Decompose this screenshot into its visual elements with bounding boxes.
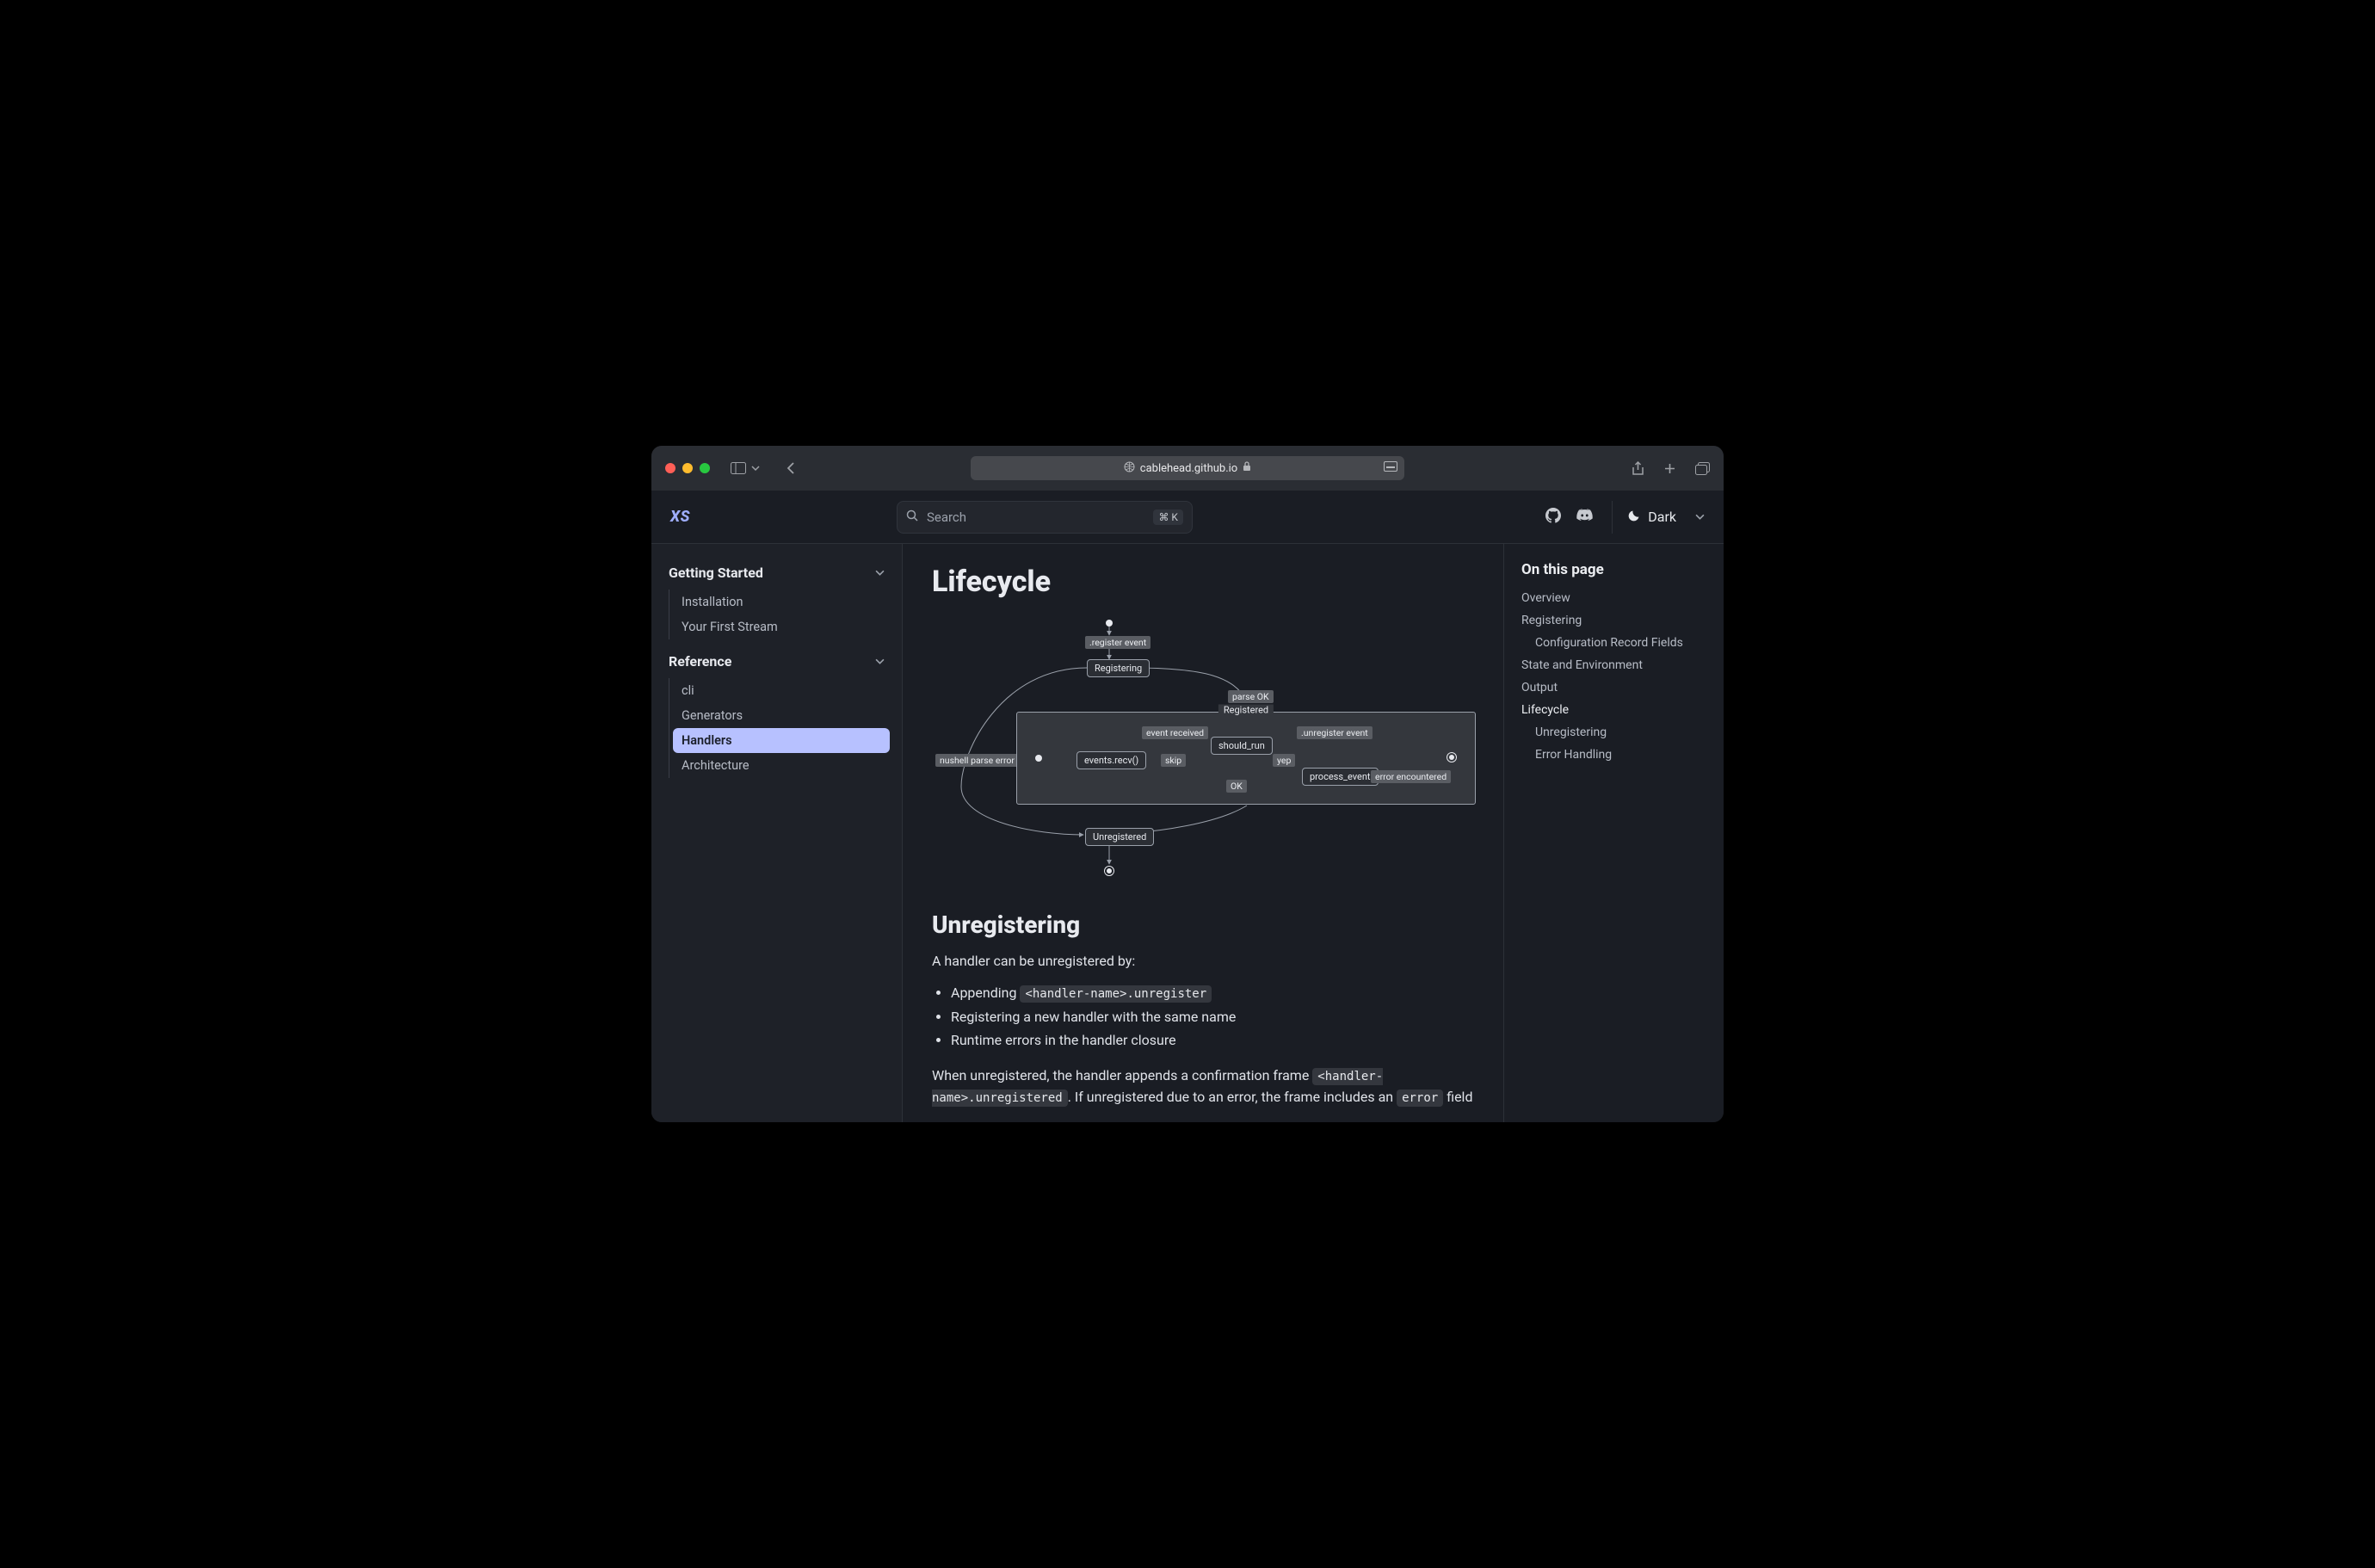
chevron-down-icon [875,653,885,670]
toc-title: On this page [1521,561,1710,578]
sidebar-section-getting-started[interactable]: Getting Started [663,559,890,586]
toc-item-state-environment[interactable]: State and Environment [1521,654,1710,676]
diagram-label-yep: yep [1273,754,1295,767]
close-window-button[interactable] [665,463,675,473]
diagram-group-title: Registered [1218,705,1274,716]
discord-icon[interactable] [1576,509,1593,525]
sidebar-section-title: Reference [669,653,731,670]
back-button[interactable] [786,461,796,475]
section-unregistering: Unregistering [932,911,1474,939]
search-icon [906,509,918,525]
app: XS Search ⌘ K Dark [651,491,1724,1122]
toc-item-error-handling[interactable]: Error Handling [1521,744,1710,766]
search-placeholder: Search [927,509,966,525]
toc-item-unregistering[interactable]: Unregistering [1521,721,1710,744]
diagram-node-process-event: process_event [1302,768,1379,786]
traffic-lights[interactable] [665,463,710,473]
p-after: When unregistered, the handler appends a… [932,1065,1474,1108]
chevron-down-icon[interactable] [751,464,760,472]
table-of-contents: On this page Overview Registering Config… [1503,544,1724,1122]
list-item: Appending <handler-name>.unregister [951,981,1474,1005]
code-inline: <handler-name>.unregister [1020,985,1212,1003]
main-content[interactable]: Lifecycle [903,544,1503,1122]
diagram-label-skip: skip [1161,754,1186,767]
app-header: XS Search ⌘ K Dark [651,491,1724,544]
theme-label: Dark [1648,509,1676,525]
sidebar-item-your-first-stream[interactable]: Your First Stream [673,614,890,639]
new-tab-icon[interactable] [1663,461,1676,476]
sidebar-item-generators[interactable]: Generators [673,703,890,728]
page-title: Lifecycle [932,565,1474,599]
diagram-label-unregister-event: .unregister event [1297,726,1373,739]
diagram-node-should-run: should_run [1211,737,1273,755]
sidebar-item-cli[interactable]: cli [673,678,890,703]
toc-item-config-record-fields[interactable]: Configuration Record Fields [1521,632,1710,654]
globe-icon [1124,461,1135,476]
safari-titlebar: cablehead.github.io [651,446,1724,491]
fullscreen-window-button[interactable] [700,463,710,473]
toc-item-registering[interactable]: Registering [1521,609,1710,632]
sidebar-item-architecture[interactable]: Architecture [673,753,890,778]
sidebar: Getting Started Installation Your First … [651,544,903,1122]
diagram-node-unregistered: Unregistered [1085,828,1154,846]
sidebar-item-handlers[interactable]: Handlers [673,728,890,753]
toc-item-lifecycle[interactable]: Lifecycle [1521,699,1710,721]
address-bar[interactable]: cablehead.github.io [971,456,1404,480]
safari-window: cablehead.github.io XS [651,446,1724,1122]
diagram-start-dot [1106,620,1113,627]
diagram-label-ok: OK [1226,780,1247,793]
search-shortcut: ⌘ K [1153,509,1183,525]
diagram-label-register-event: .register event [1085,636,1150,649]
search-input[interactable]: Search ⌘ K [897,501,1193,534]
sidebar-item-installation[interactable]: Installation [673,590,890,614]
p-intro: A handler can be unregistered by: [932,951,1474,972]
code-inline: error [1397,1090,1443,1107]
diagram-node-events-recv: events.recv() [1076,751,1146,769]
lifecycle-diagram: .register event Registering parse OK nus… [932,614,1476,881]
github-icon[interactable] [1545,508,1561,527]
diagram-final [1104,866,1114,876]
tab-overview-icon[interactable] [1695,461,1710,476]
lock-icon [1243,461,1251,475]
chevron-down-icon [1695,509,1705,525]
reader-mode-icon[interactable] [1384,461,1397,475]
list-item: Runtime errors in the handler closure [951,1028,1474,1052]
diagram-label-parse-ok: parse OK [1228,690,1274,703]
minimize-window-button[interactable] [682,463,693,473]
moon-icon [1628,509,1641,525]
brand-logo[interactable]: XS [670,508,690,526]
diagram-inner-final [1447,752,1457,762]
sidebar-section-reference[interactable]: Reference [663,648,890,675]
list-item: Registering a new handler with the same … [951,1005,1474,1028]
sidebar-toggle-icon[interactable] [731,462,746,474]
toc-item-output[interactable]: Output [1521,676,1710,699]
theme-toggle[interactable]: Dark [1612,501,1705,534]
diagram-label-parse-error: nushell parse error [935,754,1019,767]
diagram-inner-start [1035,755,1042,762]
share-icon[interactable] [1632,461,1644,476]
chevron-down-icon [875,565,885,581]
diagram-label-event-received: event received [1142,726,1208,739]
address-text: cablehead.github.io [1140,462,1237,475]
diagram-label-error-encountered: error encountered [1371,770,1451,783]
sidebar-section-title: Getting Started [669,565,763,581]
toc-item-overview[interactable]: Overview [1521,587,1710,609]
unregister-list: Appending <handler-name>.unregister Regi… [951,981,1474,1052]
diagram-node-registering: Registering [1087,659,1150,677]
